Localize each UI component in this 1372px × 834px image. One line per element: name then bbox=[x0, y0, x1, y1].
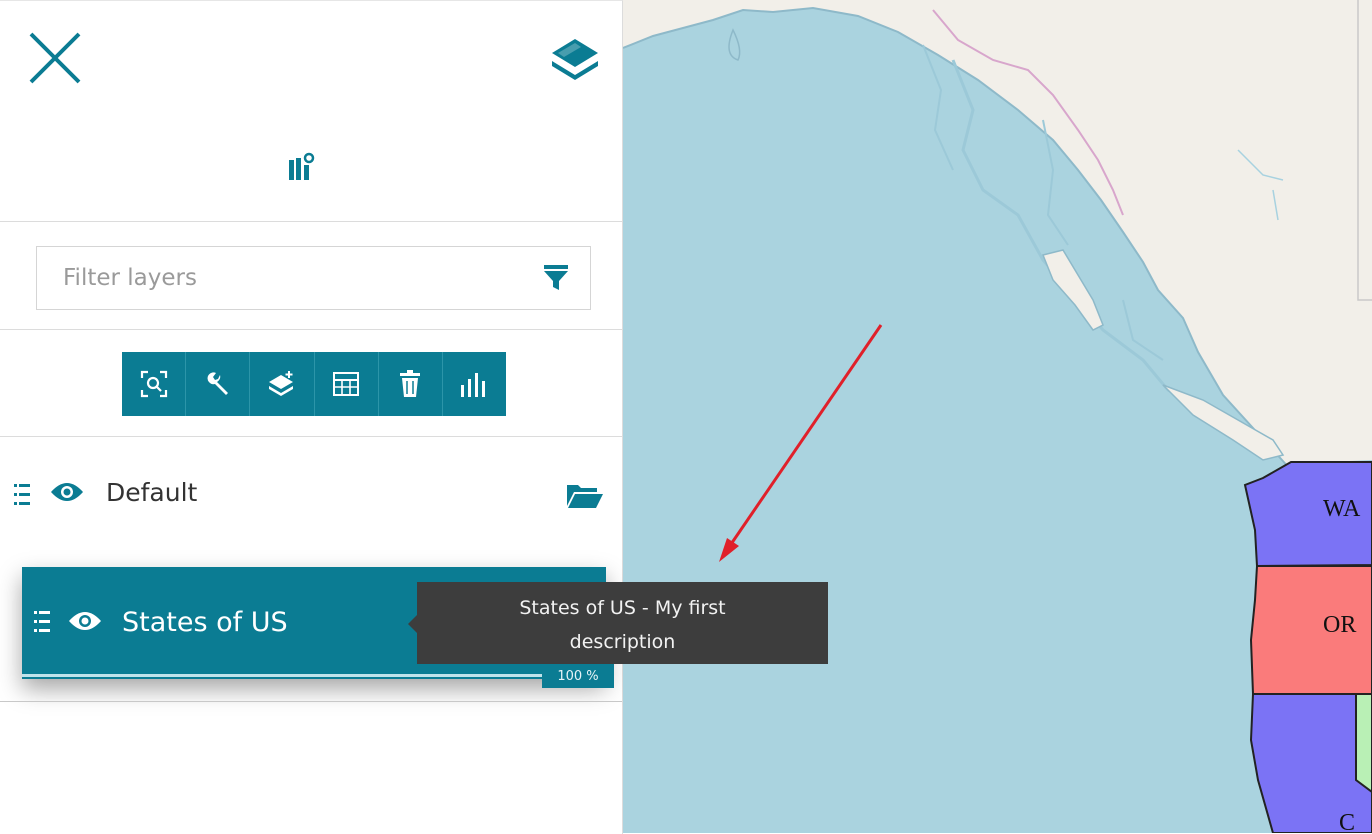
filter-section bbox=[0, 222, 622, 330]
filter-box bbox=[36, 246, 591, 310]
filter-icon[interactable] bbox=[543, 265, 569, 291]
layer-toolbar-section bbox=[0, 330, 622, 437]
layer-group-name: Default bbox=[106, 478, 198, 507]
folder-open-icon[interactable] bbox=[566, 482, 604, 510]
opacity-value: 100 % bbox=[542, 664, 614, 688]
layer-panel: Default States of US 100 % bbox=[0, 0, 623, 834]
catalog-icon[interactable] bbox=[289, 151, 319, 183]
layers-icon[interactable] bbox=[548, 35, 602, 85]
state-label-or: OR bbox=[1323, 612, 1357, 638]
opacity-slider[interactable] bbox=[22, 674, 562, 677]
zoom-to-layer-button[interactable] bbox=[122, 352, 187, 416]
state-label-ca: C bbox=[1339, 810, 1356, 833]
eye-icon[interactable] bbox=[50, 480, 84, 504]
table-icon bbox=[333, 372, 360, 396]
drag-handle-icon[interactable] bbox=[34, 609, 52, 635]
attribute-table-button[interactable] bbox=[315, 352, 379, 416]
map-view[interactable]: WA OR C bbox=[623, 0, 1372, 833]
add-layer-icon bbox=[268, 371, 293, 396]
basemap bbox=[623, 0, 1372, 833]
layer-toolbar bbox=[122, 352, 506, 416]
close-icon[interactable] bbox=[28, 31, 82, 85]
divider bbox=[0, 701, 622, 702]
layer-tooltip: States of US - My first description bbox=[417, 582, 828, 664]
layer-name: States of US bbox=[122, 607, 288, 638]
add-layer-button[interactable] bbox=[250, 352, 315, 416]
layer-settings-button[interactable] bbox=[186, 352, 251, 416]
layer-group-default[interactable]: Default bbox=[0, 438, 622, 558]
trash-icon bbox=[400, 370, 421, 397]
tooltip-arrow bbox=[408, 615, 417, 633]
bar-chart-icon bbox=[461, 373, 486, 397]
chart-button[interactable] bbox=[443, 352, 506, 416]
panel-header bbox=[0, 1, 622, 222]
zoom-to-extent-icon bbox=[140, 370, 167, 398]
state-label-wa: WA bbox=[1323, 496, 1361, 522]
drag-handle-icon[interactable] bbox=[14, 482, 32, 508]
delete-layer-button[interactable] bbox=[379, 352, 443, 416]
filter-layers-input[interactable] bbox=[61, 247, 525, 309]
wrench-icon bbox=[207, 372, 228, 395]
eye-icon[interactable] bbox=[68, 609, 102, 633]
